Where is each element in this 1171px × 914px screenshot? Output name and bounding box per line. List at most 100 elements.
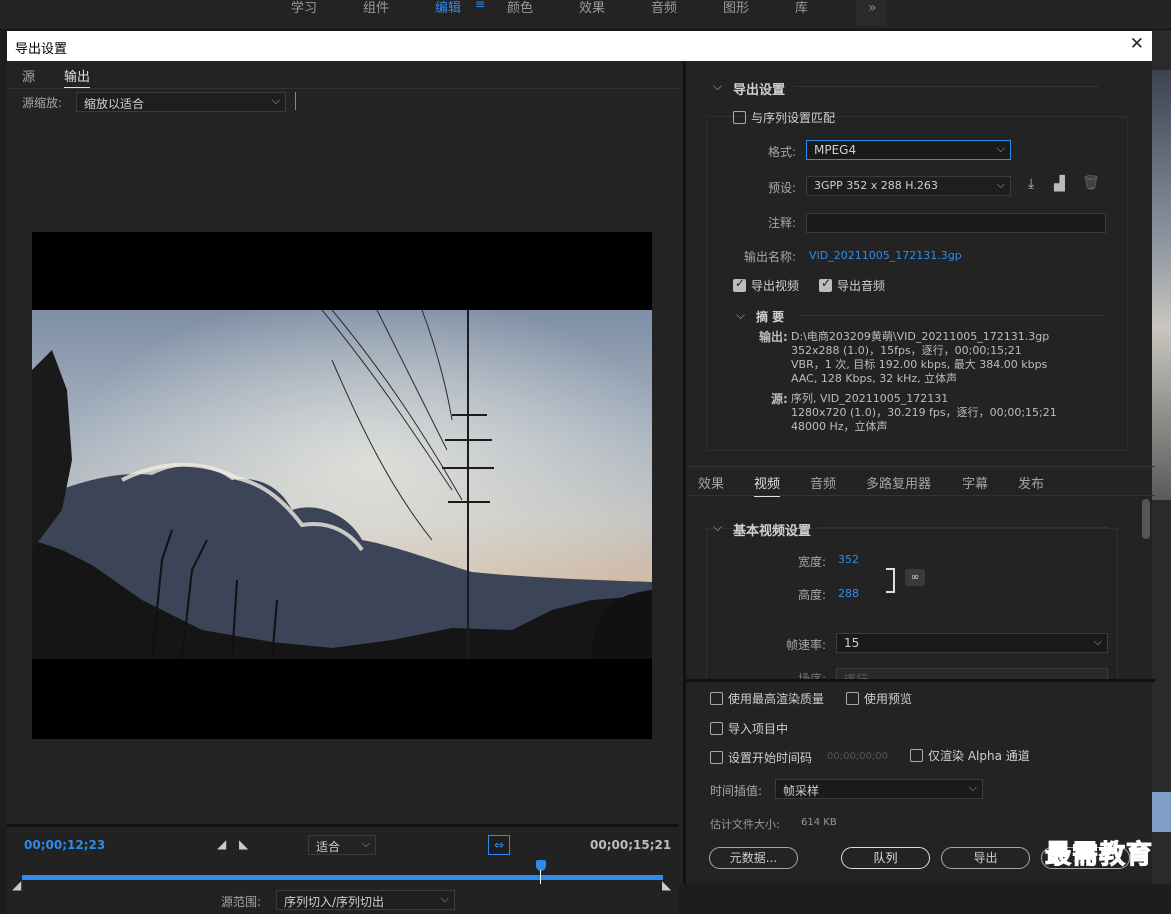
use-previews-checkbox[interactable] — [846, 692, 859, 705]
divider — [686, 679, 1155, 682]
summary-title: 摘 要 — [756, 310, 785, 324]
match-sequence-label: 与序列设置匹配 — [751, 111, 836, 125]
mark-in-icon[interactable]: ◢ — [217, 837, 226, 851]
range-start-handle[interactable]: ◢ — [12, 878, 21, 892]
comment-label: 注释: — [767, 216, 796, 230]
chevron-down-icon[interactable]: ⌵ — [736, 308, 745, 323]
source-scale-dropdown[interactable]: 缩放以适合 ⌵ — [76, 92, 286, 112]
height-value[interactable]: 288 — [838, 587, 859, 600]
tab-output[interactable]: 输出 — [64, 66, 91, 88]
chevron-down-icon: ⌵ — [361, 837, 370, 850]
source-range-dropdown[interactable]: 序列切入/序列切出 ⌵ — [276, 890, 455, 910]
video-frame — [32, 310, 652, 659]
link-bracket — [886, 568, 895, 593]
filesize-label: 估计文件大小: — [710, 818, 780, 831]
import-preset-icon[interactable]: ▟ — [1054, 176, 1065, 192]
workspace-tab[interactable]: 效果 — [579, 0, 605, 16]
settings-panel: ⌵ 导出设置 与序列设置匹配 格式: MPEG4 ⌵ 预设: 3GPP 352 … — [683, 61, 1155, 884]
output-name-label: 输出名称: — [743, 250, 796, 264]
range-end-handle[interactable]: ◣ — [662, 878, 671, 892]
close-icon[interactable]: ✕ — [1130, 35, 1144, 53]
tab-captions[interactable]: 字幕 — [962, 473, 988, 492]
chevron-down-icon: ⌵ — [271, 94, 280, 107]
import-project-checkbox[interactable] — [710, 722, 723, 735]
set-timecode-checkbox[interactable] — [710, 751, 723, 764]
tab-audio[interactable]: 音频 — [810, 473, 836, 492]
export-video-label: 导出视频 — [751, 279, 800, 293]
set-timecode-label: 设置开始时间码 — [728, 751, 813, 765]
width-label: 宽度: — [797, 555, 826, 569]
save-preset-icon[interactable]: ⤓ — [1028, 176, 1034, 192]
tab-multiplexer[interactable]: 多路复用器 — [866, 473, 931, 492]
field-order-label: 场序: — [797, 672, 826, 679]
format-dropdown[interactable]: MPEG4 ⌵ — [806, 140, 1011, 160]
field-order-dropdown[interactable]: 逐行 — [836, 668, 1108, 679]
workspace-tab[interactable]: 学习 — [291, 0, 317, 16]
export-audio-label: 导出音频 — [837, 279, 886, 293]
scrollbar-thumb[interactable] — [1142, 499, 1150, 539]
workspace-tab-active[interactable]: 编辑 — [435, 0, 461, 16]
workspace-tab[interactable]: 组件 — [363, 0, 389, 16]
comment-field[interactable] — [806, 213, 1106, 233]
section-title-export: 导出设置 — [733, 83, 786, 98]
timecode-in[interactable]: 00;00;12;23 — [24, 838, 105, 852]
aspect-toggle-icon[interactable]: ⇔ — [488, 835, 510, 855]
max-render-quality-checkbox[interactable] — [710, 692, 723, 705]
export-button[interactable]: 导出 — [941, 847, 1030, 869]
summary-output-line: VBR，1 次, 目标 192.00 kbps, 最大 384.00 kbps — [791, 358, 1048, 371]
link-icon[interactable]: ∞ — [905, 569, 925, 586]
max-render-quality-label: 使用最高渲染质量 — [728, 692, 825, 706]
tab-source[interactable]: 源 — [22, 66, 35, 85]
format-label: 格式: — [767, 145, 796, 159]
tab-publish[interactable]: 发布 — [1018, 473, 1044, 492]
source-scale-label: 源缩放: — [22, 96, 63, 110]
workspace-tab[interactable]: 颜色 — [507, 0, 533, 16]
workspace-tab[interactable]: 图形 — [723, 0, 749, 16]
divider — [686, 466, 1155, 467]
background-thumbnail — [1152, 70, 1171, 500]
chevron-down-icon[interactable]: ⌵ — [713, 79, 722, 94]
chevron-down-icon: ⌵ — [1093, 635, 1102, 648]
mark-out-icon[interactable]: ◣ — [239, 837, 248, 851]
source-range-label: 源范围: — [221, 895, 262, 909]
section-title-video: 基本视频设置 — [733, 524, 812, 539]
delete-preset-icon[interactable]: 🗑 — [1082, 175, 1100, 191]
tab-effects[interactable]: 效果 — [698, 473, 724, 492]
hamburger-icon[interactable]: ≡ — [475, 0, 485, 11]
export-video-checkbox[interactable] — [733, 276, 746, 292]
time-interp-dropdown[interactable]: 帧采样 ⌵ — [775, 779, 983, 799]
playhead[interactable] — [535, 860, 547, 884]
preset-dropdown[interactable]: 3GPP 352 x 288 H.263 ⌵ — [806, 176, 1011, 196]
metadata-button[interactable]: 元数据... — [709, 847, 798, 869]
queue-button[interactable]: 队列 — [841, 847, 930, 869]
frame-rate-dropdown[interactable]: 15 ⌵ — [836, 633, 1108, 653]
export-settings-dialog: 导出设置 ✕ 源 输出 源缩放: 缩放以适合 ⌵ 00;00;12;23 ◢ ◣… — [7, 31, 1155, 914]
match-sequence-checkbox[interactable] — [733, 111, 746, 124]
clipped-row: 场序: 逐行 — [686, 665, 1151, 679]
workspace-tab[interactable]: 库 — [795, 0, 808, 16]
output-name-link[interactable]: VID_20211005_172131.3gp — [809, 249, 962, 262]
video-preview — [32, 232, 652, 739]
background-app-panel — [1152, 30, 1171, 884]
export-audio-checkbox[interactable] — [819, 276, 832, 292]
double-chevron-icon[interactable]: » — [856, 0, 886, 26]
zoom-dropdown[interactable]: 适合 ⌵ — [308, 835, 376, 855]
timeline-controls: 00;00;12;23 ◢ ◣ 适合 ⌵ ⇔ 00;00;15;21 ◢ ◣ 源… — [7, 824, 679, 914]
zoom-value: 适合 — [316, 840, 341, 854]
chevron-down-icon[interactable]: ⌵ — [713, 520, 722, 535]
filesize-value: 614 KB — [801, 817, 837, 828]
divider — [686, 495, 1155, 496]
video-settings-box — [706, 528, 1118, 678]
preview-panel: 源 输出 源缩放: 缩放以适合 ⌵ 00;00;12;23 ◢ ◣ 适合 ⌵ ⇔… — [7, 61, 679, 914]
preset-label: 预设: — [767, 181, 796, 195]
time-interp-value: 帧采样 — [783, 784, 820, 798]
width-value[interactable]: 352 — [838, 553, 859, 566]
summary-output-line: 352x288 (1.0)，15fps，逐行，00;00;15;21 — [791, 344, 1022, 357]
alpha-only-checkbox[interactable] — [910, 749, 923, 762]
workspace-tab[interactable]: 音频 — [651, 0, 677, 16]
tab-video[interactable]: 视频 — [754, 473, 781, 497]
start-timecode-value[interactable]: 00;00;00;00 — [827, 751, 888, 762]
summary-source-line: 序列, VID_20211005_172131 — [791, 392, 949, 405]
watermark-logo: 最需教育 — [1044, 840, 1154, 871]
range-bar[interactable] — [22, 875, 663, 880]
